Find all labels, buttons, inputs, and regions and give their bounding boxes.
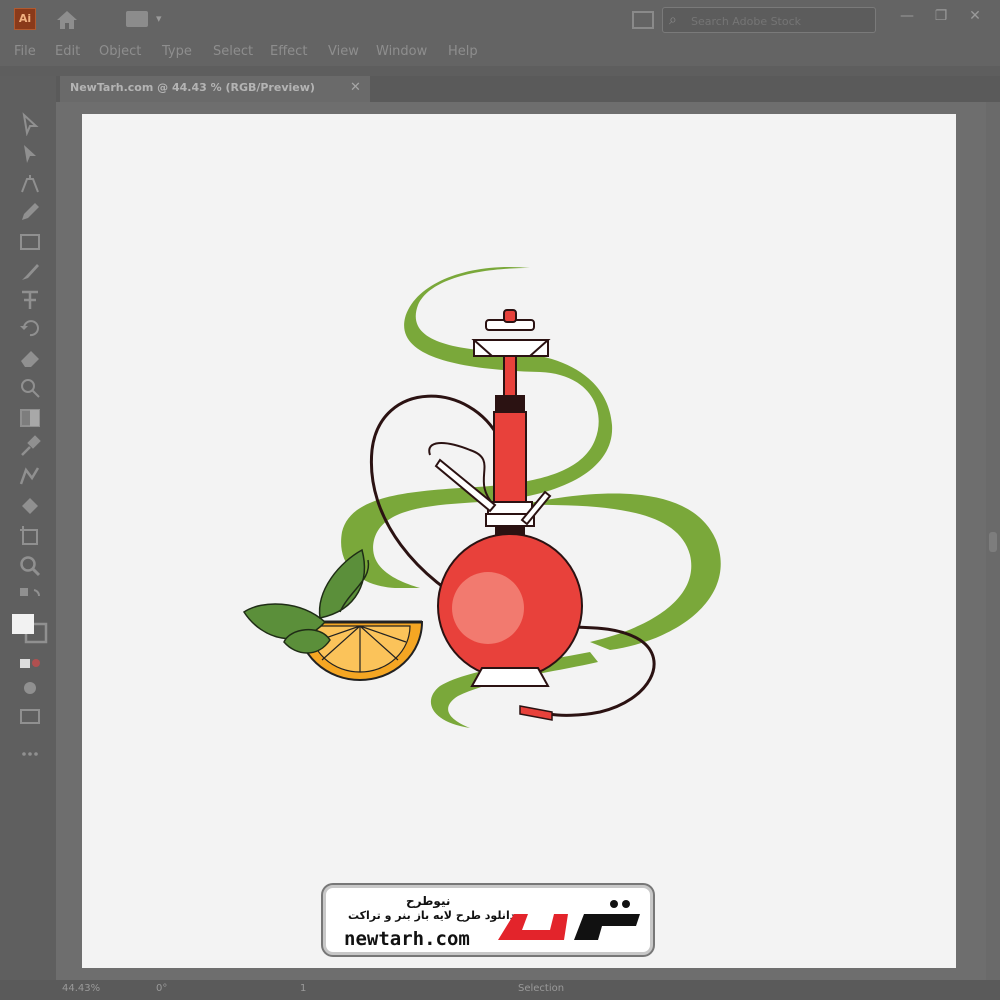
more-tools-icon[interactable] xyxy=(18,704,42,728)
newtarh-brand-logo xyxy=(498,900,640,940)
menu-select[interactable]: Select xyxy=(213,44,253,59)
watermark-line1: نیوطرح xyxy=(406,894,451,908)
artboard-tool-icon[interactable] xyxy=(18,524,42,548)
zoom-level[interactable]: 44.43% xyxy=(62,983,100,994)
arrange-documents-icon[interactable] xyxy=(632,11,654,29)
rectangle-tool-icon[interactable] xyxy=(18,230,42,254)
rotate-tool-icon[interactable] xyxy=(18,316,42,340)
menu-file[interactable]: File xyxy=(14,44,36,59)
document-tab-strip: NewTarh.com @ 44.43 % (RGB/Preview) ✕ xyxy=(56,76,1000,102)
control-bar xyxy=(0,66,1000,76)
tools-panel xyxy=(0,76,56,980)
rotation-angle[interactable]: 0° xyxy=(156,983,167,994)
search-box[interactable]: ⌕ xyxy=(662,7,876,33)
menu-help[interactable]: Help xyxy=(448,44,478,59)
search-input[interactable] xyxy=(689,11,873,31)
newtarh-watermark-logo: نیوطرح دانلود طرح لایه باز بنر و تراکت n… xyxy=(323,885,653,955)
menu-bar: File Edit Object Type Select Effect View… xyxy=(0,40,1000,66)
chevron-down-icon[interactable]: ▾ xyxy=(156,12,162,25)
watermark-line2: دانلود طرح لایه باز بنر و تراکت xyxy=(348,909,516,922)
home-icon[interactable] xyxy=(54,9,80,31)
pencil-tool-icon[interactable] xyxy=(18,200,42,224)
document-tab-label: NewTarh.com @ 44.43 % (RGB/Preview) xyxy=(70,81,315,94)
hose-mouthpiece xyxy=(519,705,553,721)
shape-builder-tool-icon[interactable] xyxy=(18,376,42,400)
minimize-button[interactable]: — xyxy=(892,4,922,28)
menu-window[interactable]: Window xyxy=(376,44,427,59)
current-tool-readout: Selection xyxy=(518,983,565,994)
draw-mode-icon[interactable] xyxy=(18,652,42,676)
workspace-switcher-icon[interactable] xyxy=(126,11,148,27)
restore-button[interactable]: ❐ xyxy=(926,4,956,28)
title-bar: Ai ▾ ⌕ — ❐ ✕ xyxy=(0,0,1000,40)
fill-stroke-swatch-icon[interactable] xyxy=(10,612,50,644)
scrollbar-thumb[interactable] xyxy=(989,532,997,552)
blend-tool-icon[interactable] xyxy=(18,464,42,488)
close-tab-icon[interactable]: ✕ xyxy=(350,80,361,95)
artboard-number[interactable]: 1 xyxy=(300,983,306,994)
artboard[interactable] xyxy=(82,114,956,968)
status-bar: 44.43% 0° 1 Selection xyxy=(0,980,1000,1000)
selection-tool-icon[interactable] xyxy=(18,112,42,136)
eyedropper-tool-icon[interactable] xyxy=(18,434,42,458)
illustrator-app-icon: Ai xyxy=(14,8,36,30)
direct-selection-tool-icon[interactable] xyxy=(18,142,42,166)
menu-view[interactable]: View xyxy=(328,44,359,59)
screen-mode-icon[interactable] xyxy=(18,676,42,700)
pen-tool-icon[interactable] xyxy=(18,172,42,196)
more-tools-dots-icon[interactable] xyxy=(18,742,42,766)
hookah-illustration xyxy=(242,266,721,728)
search-icon: ⌕ xyxy=(669,12,677,28)
close-window-button[interactable]: ✕ xyxy=(960,4,990,28)
vertical-scrollbar[interactable] xyxy=(986,102,1000,980)
paintbrush-tool-icon[interactable] xyxy=(18,260,42,284)
gradient-tool-icon[interactable] xyxy=(18,406,42,430)
zoom-tool-icon[interactable] xyxy=(18,554,42,578)
menu-edit[interactable]: Edit xyxy=(55,44,80,59)
swap-fill-stroke-icon[interactable] xyxy=(18,586,42,610)
document-tab[interactable]: NewTarh.com @ 44.43 % (RGB/Preview) ✕ xyxy=(60,76,370,102)
menu-effect[interactable]: Effect xyxy=(270,44,307,59)
eraser-tool-icon[interactable] xyxy=(18,346,42,370)
menu-object[interactable]: Object xyxy=(99,44,141,59)
watermark-url: newtarh.com xyxy=(344,928,470,950)
symbol-sprayer-tool-icon[interactable] xyxy=(18,494,42,518)
menu-type[interactable]: Type xyxy=(162,44,192,59)
type-tool-icon[interactable] xyxy=(18,288,42,312)
